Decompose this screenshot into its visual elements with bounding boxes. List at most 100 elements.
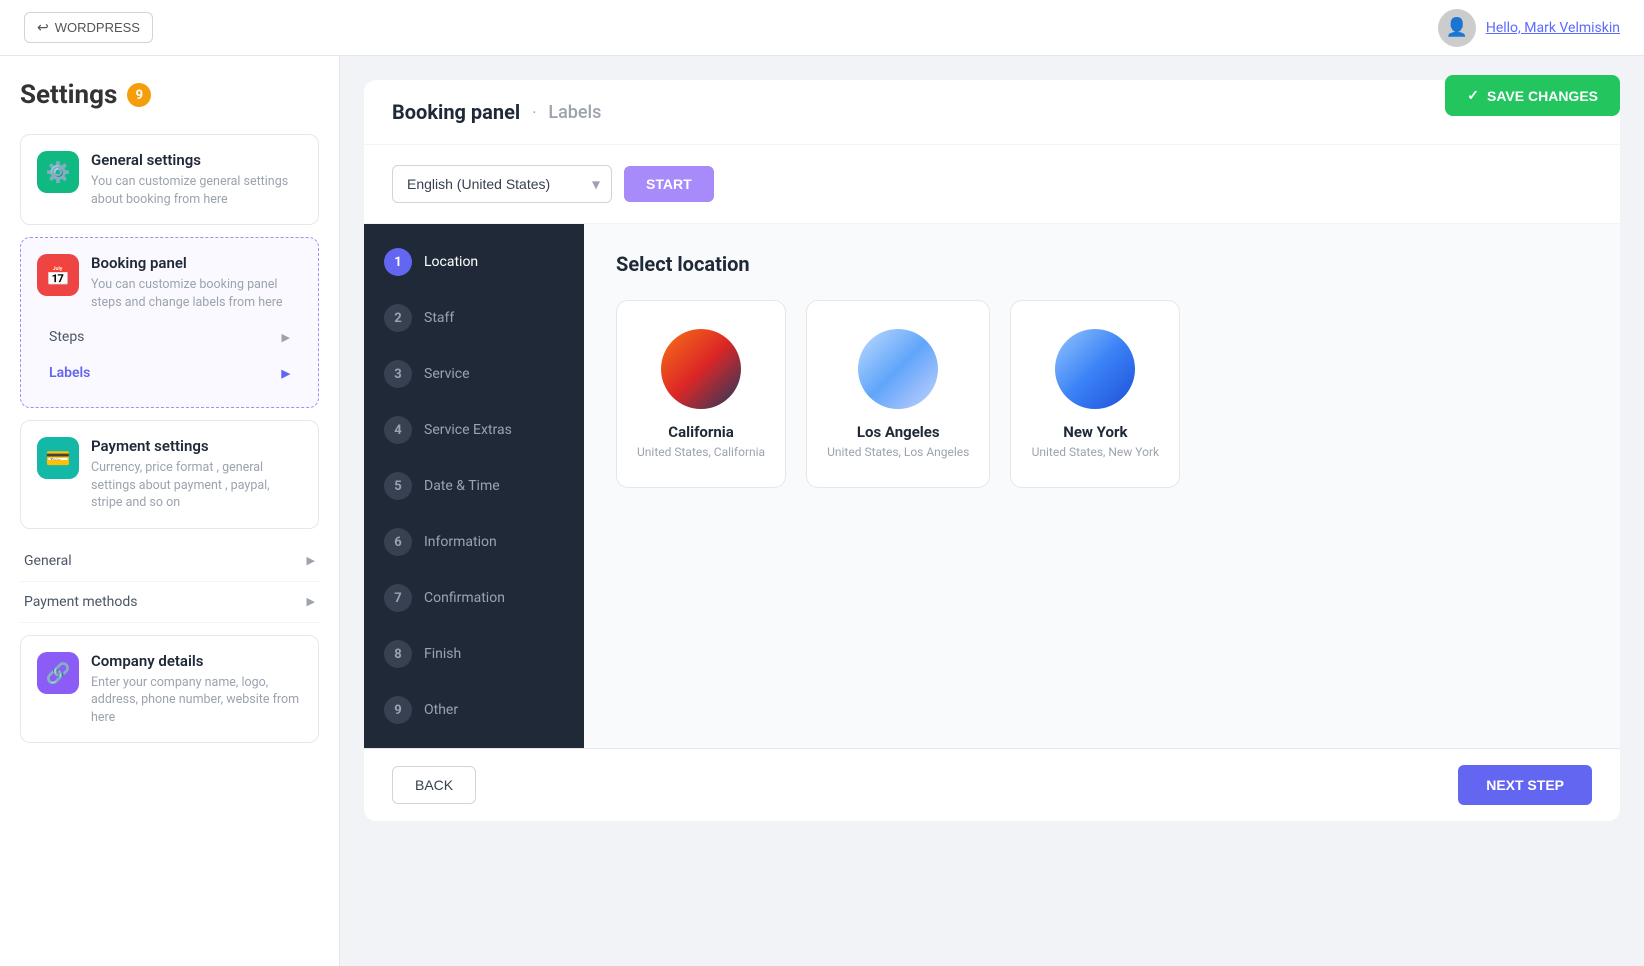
step-label-confirmation: Confirmation	[424, 590, 505, 606]
wordpress-back-button[interactable]: ↩ WORDPRESS	[24, 12, 153, 43]
losangeles-image	[858, 329, 938, 409]
topbar-right: 👤 Hello, Mark Velmiskin	[1438, 9, 1620, 47]
booking-panel-title: Booking panel	[91, 254, 302, 272]
losangeles-sub: United States, Los Angeles	[827, 445, 969, 459]
bottom-bar: BACK NEXT STEP	[364, 748, 1620, 821]
step-num-4: 4	[384, 416, 412, 444]
newyork-sub: United States, New York	[1032, 445, 1160, 459]
general-settings-icon: ⚙️	[37, 151, 79, 193]
language-select-wrapper: English (United States)	[392, 165, 612, 203]
payment-settings-card[interactable]: 💳 Payment settings Currency, price forma…	[20, 420, 319, 529]
general-label: General	[24, 553, 72, 569]
step-label-other: Other	[424, 702, 458, 718]
company-details-card[interactable]: 🔗 Company details Enter your company nam…	[20, 635, 319, 744]
back-button[interactable]: BACK	[392, 766, 476, 804]
step-label-finish: Finish	[424, 646, 461, 662]
card-text: Payment settings Currency, price format …	[91, 437, 302, 512]
step-item-finish[interactable]: 8 Finish	[364, 626, 584, 682]
panel-header: Booking panel · Labels	[364, 80, 1620, 145]
card-text: Company details Enter your company name,…	[91, 652, 302, 727]
step-item-staff[interactable]: 2 Staff	[364, 290, 584, 346]
step-item-datetime[interactable]: 5 Date & Time	[364, 458, 584, 514]
step-num-3: 3	[384, 360, 412, 388]
checkmark-icon: ✓	[1467, 87, 1479, 104]
user-name[interactable]: Hello, Mark Velmiskin	[1486, 20, 1620, 36]
step-label-service: Service	[424, 366, 470, 382]
step-num-8: 8	[384, 640, 412, 668]
step-label-service-extras: Service Extras	[424, 422, 512, 438]
step-item-other[interactable]: 9 Other	[364, 682, 584, 738]
step-num-7: 7	[384, 584, 412, 612]
newyork-image	[1055, 329, 1135, 409]
step-label-location: Location	[424, 254, 478, 270]
sidebar-title: Settings 9	[20, 80, 319, 110]
card-header: 📅 Booking panel You can customize bookin…	[37, 254, 302, 311]
step-num-6: 6	[384, 528, 412, 556]
chevron-right-icon: ▶	[282, 367, 290, 380]
chevron-right-icon: ▶	[307, 554, 315, 567]
chevron-right-icon: ▶	[282, 331, 290, 344]
step-label-datetime: Date & Time	[424, 478, 500, 494]
wordpress-label: WORDPRESS	[55, 20, 140, 35]
sidebar-item-labels[interactable]: Labels ▶	[37, 355, 302, 391]
steps-label: Steps	[49, 329, 84, 345]
content-panel: Booking panel · Labels English (United S…	[364, 80, 1620, 821]
losangeles-name: Los Angeles	[857, 423, 940, 441]
location-card-losangeles[interactable]: Los Angeles United States, Los Angeles	[806, 300, 990, 488]
step-num-9: 9	[384, 696, 412, 724]
topbar-left: ↩ WORDPRESS	[24, 12, 153, 43]
language-row: English (United States) START	[364, 145, 1620, 224]
step-num-2: 2	[384, 304, 412, 332]
step-item-information[interactable]: 6 Information	[364, 514, 584, 570]
save-changes-button[interactable]: ✓ SAVE CHANGES	[1445, 75, 1620, 116]
chevron-right-icon: ▶	[307, 595, 315, 608]
card-header: 🔗 Company details Enter your company nam…	[37, 652, 302, 727]
general-settings-desc: You can customize general settings about…	[91, 173, 302, 208]
settings-badge: 9	[127, 83, 151, 107]
step-label-information: Information	[424, 534, 497, 550]
labels-label: Labels	[49, 365, 90, 381]
location-panel: Select location California United States…	[584, 224, 1620, 748]
general-settings-title: General settings	[91, 151, 302, 169]
back-arrow-icon: ↩	[37, 19, 49, 36]
payment-methods-label: Payment methods	[24, 594, 137, 610]
breadcrumb-separator: ·	[532, 103, 536, 122]
layout: Settings 9 ⚙️ General settings You can c…	[0, 56, 1644, 966]
payment-settings-title: Payment settings	[91, 437, 302, 455]
payment-settings-icon: 💳	[37, 437, 79, 479]
booking-panel-icon: 📅	[37, 254, 79, 296]
step-item-confirmation[interactable]: 7 Confirmation	[364, 570, 584, 626]
start-button[interactable]: START	[624, 166, 714, 202]
card-header: 💳 Payment settings Currency, price forma…	[37, 437, 302, 512]
newyork-name: New York	[1063, 423, 1127, 441]
location-cards: California United States, California Los…	[616, 300, 1588, 488]
card-text: General settings You can customize gener…	[91, 151, 302, 208]
california-image	[661, 329, 741, 409]
booking-panel-card[interactable]: 📅 Booking panel You can customize bookin…	[20, 237, 319, 408]
sub-items: Steps ▶ Labels ▶	[37, 319, 302, 391]
location-card-california[interactable]: California United States, California	[616, 300, 786, 488]
company-details-title: Company details	[91, 652, 302, 670]
step-num-1: 1	[384, 248, 412, 276]
payment-settings-desc: Currency, price format , general setting…	[91, 459, 302, 512]
save-label: SAVE CHANGES	[1487, 88, 1598, 104]
card-text: Booking panel You can customize booking …	[91, 254, 302, 311]
sidebar: Settings 9 ⚙️ General settings You can c…	[0, 56, 340, 966]
location-card-newyork[interactable]: New York United States, New York	[1010, 300, 1180, 488]
topbar: ↩ WORDPRESS 👤 Hello, Mark Velmiskin	[0, 0, 1644, 56]
sidebar-item-steps[interactable]: Steps ▶	[37, 319, 302, 355]
next-step-button[interactable]: NEXT STEP	[1458, 765, 1592, 805]
settings-title: Settings	[20, 80, 117, 110]
california-sub: United States, California	[637, 445, 765, 459]
breadcrumb-main: Booking panel	[392, 100, 520, 124]
step-item-location[interactable]: 1 Location	[364, 234, 584, 290]
steps-sidebar: 1 Location 2 Staff 3 Service 4 Service E…	[364, 224, 584, 748]
company-details-desc: Enter your company name, logo, address, …	[91, 674, 302, 727]
sidebar-item-payment-methods[interactable]: Payment methods ▶	[20, 582, 319, 623]
general-settings-card[interactable]: ⚙️ General settings You can customize ge…	[20, 134, 319, 225]
california-name: California	[668, 423, 734, 441]
step-item-service-extras[interactable]: 4 Service Extras	[364, 402, 584, 458]
sidebar-item-general[interactable]: General ▶	[20, 541, 319, 582]
step-item-service[interactable]: 3 Service	[364, 346, 584, 402]
language-select[interactable]: English (United States)	[392, 165, 612, 203]
